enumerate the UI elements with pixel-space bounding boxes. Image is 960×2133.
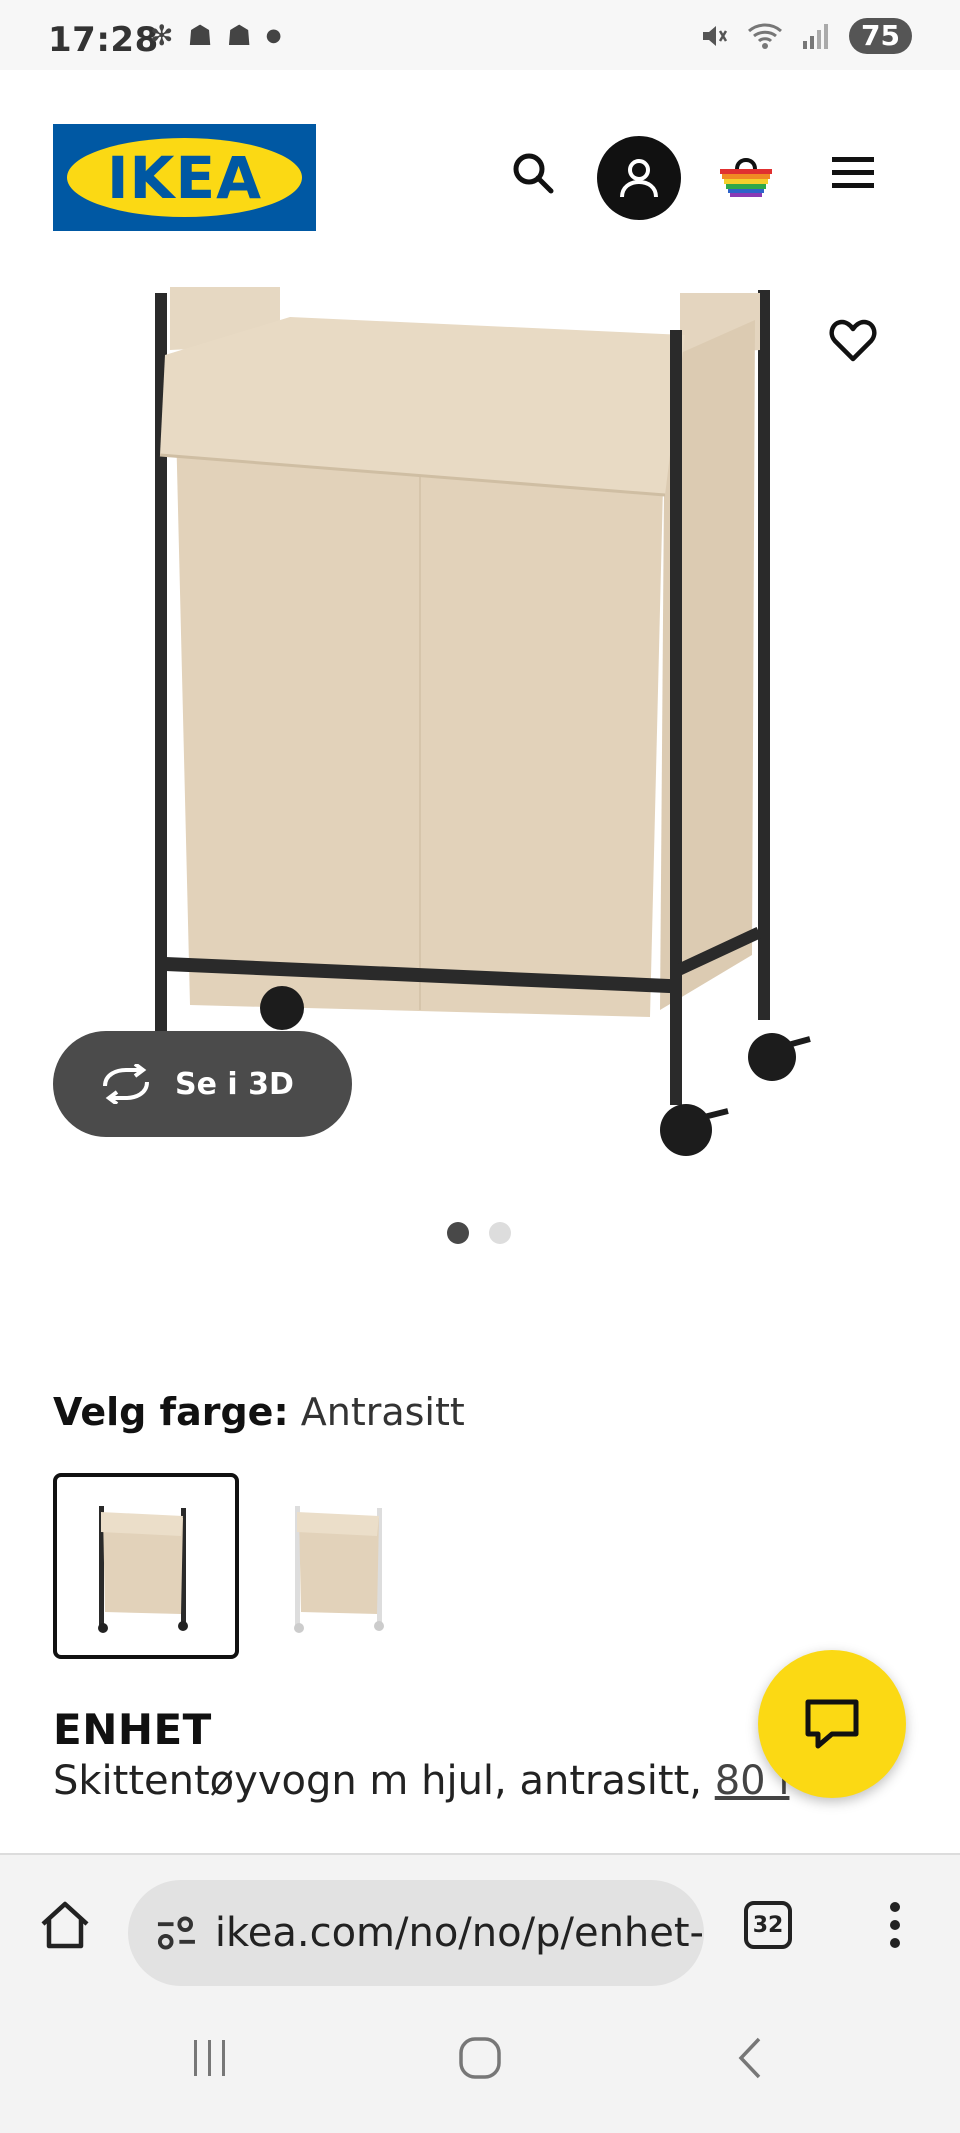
account-button[interactable] — [597, 136, 681, 220]
site-settings-icon — [157, 1916, 195, 1950]
more-notifications-icon: ● — [265, 25, 282, 46]
wifi-icon — [748, 23, 783, 49]
home-icon — [41, 1901, 89, 1949]
chat-button[interactable] — [758, 1650, 906, 1798]
status-time: 17:28 — [48, 20, 159, 60]
search-icon — [513, 153, 554, 194]
snapchat-icon: ☗ — [187, 19, 213, 52]
logo-text: IKEA — [106, 143, 263, 212]
rotate-3d-icon — [103, 1064, 149, 1104]
account-icon — [620, 159, 658, 198]
system-navigation-bar — [0, 1993, 960, 2133]
view-3d-label: Se i 3D — [175, 1066, 294, 1102]
notification-icons: ✻ ☗ ☗ ● — [150, 22, 281, 50]
mute-icon — [703, 26, 728, 46]
ikea-logo[interactable]: IKEA — [53, 124, 316, 231]
swatch-thumbnail-white — [294, 1506, 384, 1633]
battery-indicator: 75 — [849, 18, 912, 54]
color-label-prefix: Velg farge: — [53, 1390, 289, 1434]
product-description: Skittentøyvogn m hjul, antrasitt, 80 l — [53, 1758, 789, 1804]
gallery-dot-2[interactable] — [489, 1222, 511, 1244]
gallery-dot-1[interactable] — [447, 1222, 469, 1244]
status-bar: 17:28 ✻ ☗ ☗ ● 75 — [0, 0, 960, 70]
back-icon — [738, 2037, 761, 2079]
address-bar[interactable]: ikea.com/no/no/p/enhet- — [128, 1880, 704, 1986]
network-icon: ✻ — [150, 19, 174, 52]
browser-home-button[interactable] — [30, 1890, 100, 1960]
tab-count: 32 — [744, 1901, 792, 1949]
browser-more-button[interactable] — [870, 1895, 920, 1955]
snapchat-icon: ☗ — [226, 19, 252, 52]
signal-icon — [803, 24, 829, 49]
recent-apps-button[interactable] — [170, 2023, 250, 2093]
color-selection-label: Velg farge: Antrasitt — [53, 1390, 465, 1434]
product-name: ENHET — [53, 1705, 212, 1754]
url-text: ikea.com/no/no/p/enhet- — [214, 1910, 704, 1956]
home-circle-icon — [459, 2037, 501, 2079]
product-description-text: Skittentøyvogn m hjul, antrasitt, — [53, 1758, 703, 1804]
tab-switcher-button[interactable]: 32 — [738, 1895, 798, 1955]
system-icons: 75 — [699, 18, 912, 54]
recent-apps-icon — [194, 2040, 225, 2076]
back-nav-button[interactable] — [710, 2023, 790, 2093]
home-nav-button[interactable] — [440, 2023, 520, 2093]
favorite-button[interactable] — [820, 308, 886, 374]
search-button[interactable] — [500, 140, 566, 206]
color-swatch-white[interactable] — [249, 1473, 435, 1659]
browser-toolbar: ikea.com/no/no/p/enhet- 32 — [0, 1853, 960, 1993]
color-label-value: Antrasitt — [300, 1390, 465, 1434]
gallery-pagination — [447, 1222, 511, 1244]
site-header: IKEA — [0, 70, 960, 280]
color-swatch-anthracite[interactable] — [53, 1473, 239, 1659]
basket-button[interactable] — [712, 140, 780, 208]
menu-button[interactable] — [820, 140, 886, 206]
basket-icon — [720, 158, 772, 197]
hamburger-menu-icon — [832, 157, 874, 188]
chat-icon — [805, 1699, 859, 1749]
swatch-thumbnail-anthracite — [98, 1506, 188, 1633]
more-vert-icon — [890, 1902, 900, 1948]
view-3d-button[interactable]: Se i 3D — [53, 1031, 352, 1137]
heart-icon — [829, 319, 877, 362]
